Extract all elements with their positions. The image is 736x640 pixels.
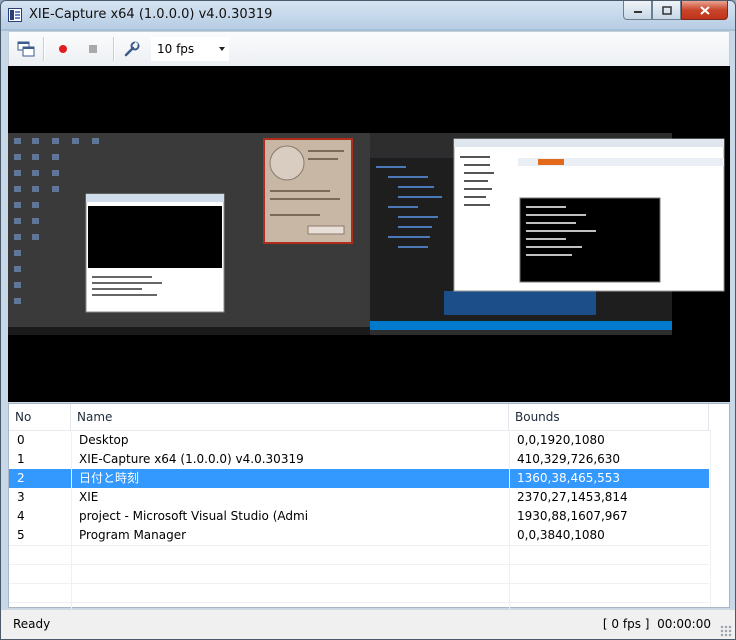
chevron-down-icon (219, 47, 225, 51)
row-divider (9, 602, 709, 603)
window-list[interactable]: No Name Bounds 0 Desktop 0,0,1920,1080 1… (8, 403, 730, 609)
status-time: 00:00:00 (657, 617, 711, 631)
row-bounds: 0,0,3840,1080 (517, 528, 605, 542)
minimize-icon (633, 11, 642, 13)
minimize-button[interactable] (623, 1, 652, 20)
select-window-button[interactable] (15, 38, 37, 60)
status-bar: Ready [ 0 fps ] 00:00:00 (1, 609, 735, 639)
table-row[interactable]: 3 XIE 2370,27,1453,814 (9, 488, 709, 507)
stop-icon (89, 45, 97, 53)
stop-button[interactable] (83, 38, 103, 60)
row-bounds: 410,329,726,630 (517, 452, 621, 466)
row-bounds: 1930,88,1607,967 (517, 509, 628, 523)
table-row-selected[interactable]: 2 日付と時刻 1360,38,465,553 (9, 469, 709, 488)
windows-icon (17, 41, 35, 57)
row-no: 2 (17, 471, 25, 485)
row-bounds: 0,0,1920,1080 (517, 433, 605, 447)
main-window: XIE-Capture x64 (1.0.0.0) v4.0.30319 10 … (0, 0, 736, 640)
table-row[interactable]: 0 Desktop 0,0,1920,1080 (9, 431, 709, 450)
table-row[interactable]: 4 project - Microsoft Visual Studio (Adm… (9, 507, 709, 526)
row-name: XIE-Capture x64 (1.0.0.0) v4.0.30319 (79, 452, 304, 466)
status-fps-time: [ 0 fps ] 00:00:00 (603, 617, 711, 631)
row-name: XIE (79, 490, 99, 504)
record-button[interactable] (53, 38, 73, 60)
resize-grip-icon[interactable] (720, 625, 732, 637)
column-header-bounds[interactable]: Bounds (509, 404, 709, 430)
wrench-icon (124, 41, 140, 57)
close-button[interactable] (681, 1, 728, 20)
maximize-icon (661, 5, 672, 15)
title-bar[interactable]: XIE-Capture x64 (1.0.0.0) v4.0.30319 (1, 1, 735, 29)
table-row[interactable]: 5 Program Manager 0,0,3840,1080 (9, 526, 709, 545)
row-no: 1 (17, 452, 25, 466)
list-filler-column (710, 430, 729, 607)
row-no: 5 (17, 528, 25, 542)
row-name: 日付と時刻 (79, 471, 140, 485)
row-divider (9, 564, 709, 565)
column-divider (71, 430, 72, 609)
row-name: Program Manager (79, 528, 187, 542)
row-bounds: 2370,27,1453,814 (517, 490, 628, 504)
fps-value: 10 fps (157, 42, 195, 56)
maximize-button[interactable] (652, 1, 681, 20)
column-divider (509, 430, 510, 609)
fps-dropdown[interactable]: 10 fps (151, 37, 229, 61)
list-header: No Name Bounds (9, 404, 729, 431)
row-divider (9, 583, 709, 584)
column-header-name[interactable]: Name (71, 404, 509, 430)
row-bounds: 1360,38,465,553 (517, 471, 621, 485)
table-row[interactable]: 1 XIE-Capture x64 (1.0.0.0) v4.0.30319 4… (9, 450, 709, 469)
close-icon (699, 5, 710, 15)
row-divider (9, 545, 709, 546)
toolbar: 10 fps (8, 31, 730, 66)
row-no: 0 (17, 433, 25, 447)
record-icon (59, 45, 67, 53)
row-no: 4 (17, 509, 25, 523)
row-name: project - Microsoft Visual Studio (Admi (79, 509, 309, 523)
status-fps: [ 0 fps ] (602, 617, 650, 631)
window-title: XIE-Capture x64 (1.0.0.0) v4.0.30319 (29, 7, 273, 22)
desktop-thumbnail (8, 133, 725, 335)
app-icon (8, 8, 22, 22)
capture-preview (8, 66, 730, 402)
column-header-no[interactable]: No (9, 404, 71, 430)
settings-button[interactable] (121, 38, 143, 60)
status-text: Ready (13, 617, 51, 631)
row-no: 3 (17, 490, 25, 504)
row-name: Desktop (79, 433, 129, 447)
